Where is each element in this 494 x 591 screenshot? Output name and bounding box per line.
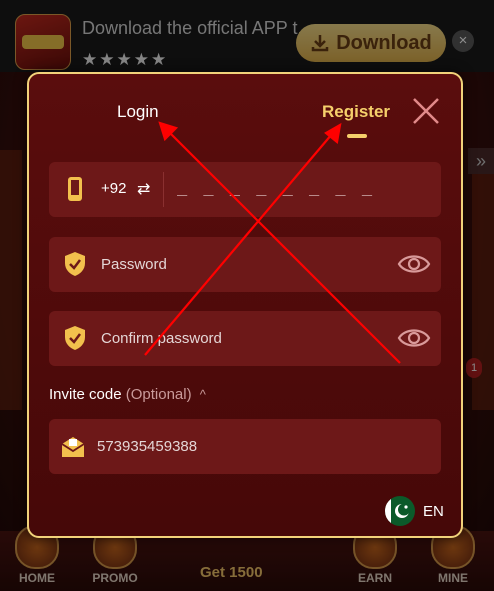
active-tab-indicator — [347, 134, 367, 138]
language-selector[interactable]: EN — [385, 496, 444, 526]
invite-code-title: Invite code — [49, 386, 122, 403]
invite-optional: (Optional) — [125, 386, 192, 403]
shield-check-icon — [65, 326, 85, 350]
invite-code-value: 573935459388 — [97, 438, 198, 455]
invite-code-label[interactable]: Invite code (Optional) ^ — [49, 386, 206, 403]
tab-login[interactable]: Login — [117, 102, 159, 122]
phone-divider — [163, 172, 164, 207]
chevron-up-icon[interactable]: ^ — [200, 387, 206, 402]
tab-register[interactable]: Register — [322, 102, 390, 122]
confirm-password-placeholder: Confirm password — [101, 330, 222, 347]
confirm-password-field[interactable]: Confirm password — [49, 311, 441, 366]
phone-icon — [68, 177, 82, 201]
envelope-icon — [61, 437, 85, 457]
invite-code-field[interactable]: 573935459388 — [49, 419, 441, 474]
password-field[interactable]: Password — [49, 237, 441, 292]
register-modal: Login Register +92 ⇄ Password Confi — [27, 72, 463, 538]
phone-field: +92 ⇄ — [49, 162, 441, 217]
password-placeholder: Password — [101, 256, 167, 273]
eye-icon[interactable] — [397, 325, 431, 351]
country-code[interactable]: +92 — [101, 180, 126, 197]
language-label: EN — [423, 502, 444, 520]
shield-check-icon — [65, 252, 85, 276]
eye-icon[interactable] — [397, 251, 431, 277]
close-icon[interactable] — [411, 96, 441, 126]
pakistan-flag-icon — [385, 496, 415, 526]
swap-icon[interactable]: ⇄ — [137, 179, 150, 199]
phone-input[interactable] — [175, 174, 379, 206]
